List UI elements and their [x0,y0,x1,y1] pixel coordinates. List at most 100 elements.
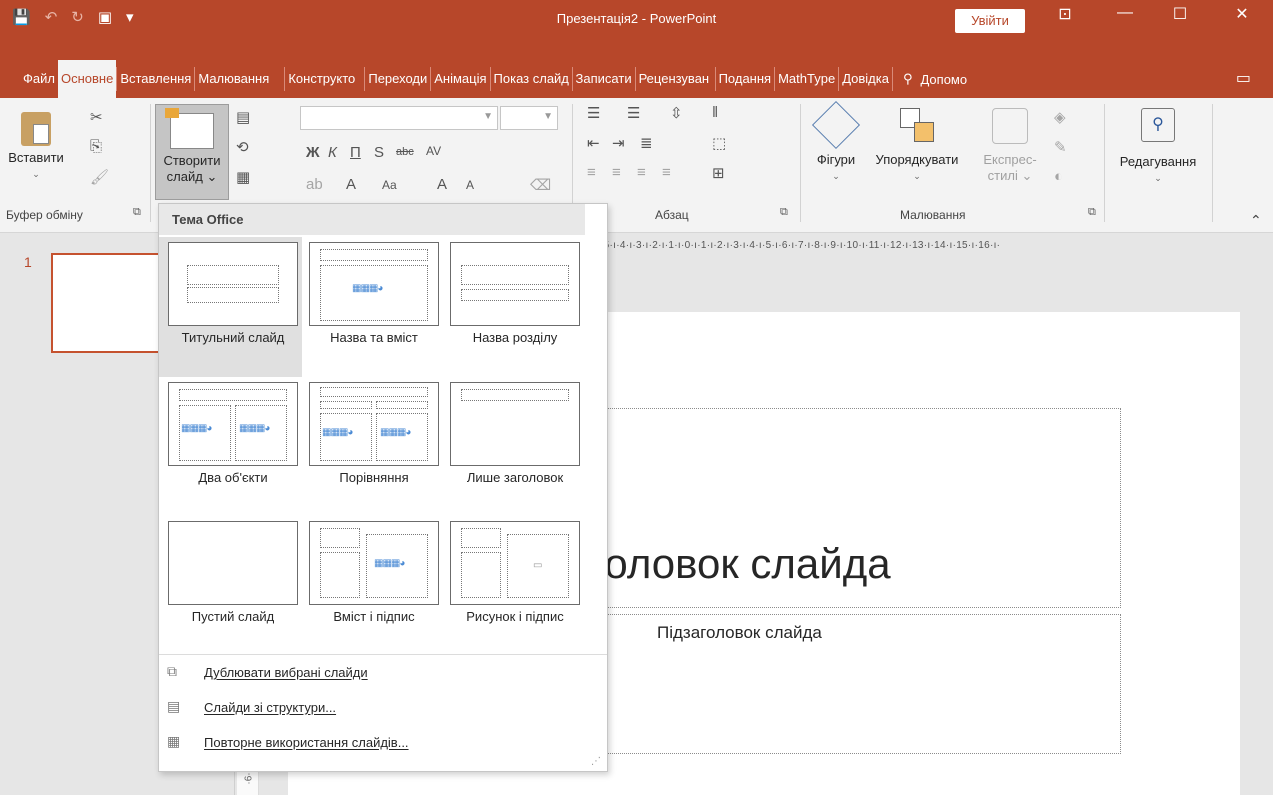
close-button[interactable]: ✕ [1222,4,1262,24]
shrink-font-button[interactable]: A [466,178,474,192]
tab-file[interactable]: Файл [20,67,58,91]
slide-thumbnail[interactable] [51,253,171,353]
slide-number: 1 [24,254,32,270]
signin-button[interactable]: Увійти [955,9,1025,33]
tab-insert[interactable]: Вставлення [116,67,196,91]
duplicate-slides-item[interactable]: ⧉ Дублювати вибрані слайди [159,661,607,685]
new-slide-dropdown: Тема Office Титульний слайд ▦▦▦◕ Назва т… [158,203,608,772]
shadow-button[interactable]: S [374,144,384,161]
format-painter-icon[interactable]: 🖌 [90,168,109,186]
columns-icon[interactable]: ‖ [712,104,718,121]
paste-button[interactable]: Вставити ⌄ [6,112,66,182]
layout-section-header[interactable]: Назва розділу [441,237,581,377]
layout-title-content[interactable]: ▦▦▦◕ Назва та вміст [300,237,440,377]
slides-from-outline-item[interactable]: ▤ Слайди зі структури... [159,696,607,720]
vertical-ruler-label: ·6· [243,772,255,785]
highlight-icon[interactable]: ab [306,176,323,193]
tab-record[interactable]: Записати [573,67,636,91]
copy-icon[interactable]: ⎘ [90,138,102,155]
layout-title-slide[interactable]: Титульний слайд [159,237,302,377]
resize-grip-icon[interactable]: ⋰ [591,756,601,767]
text-direction-icon[interactable]: ≣ [640,134,653,152]
slide-title[interactable]: головок слайда [590,540,891,588]
font-color-button[interactable]: A [346,176,356,193]
drawing-launcher-icon[interactable]: ⧉ [1088,206,1096,219]
underline-button[interactable]: П [350,144,361,161]
align-center-icon[interactable]: ≡ [612,164,621,181]
change-case-button[interactable]: Aa [382,178,397,192]
collapse-ribbon-icon[interactable]: ⌃ [1250,212,1262,229]
tab-view[interactable]: Подання [716,67,776,91]
tab-transitions[interactable]: Переходи [365,67,432,91]
duplicate-slides-label: Дублювати вибрані слайди [204,665,368,680]
font-name-combo[interactable]: ▼ [300,106,498,130]
quick-styles-button[interactable]: Експрес- стилі ⌄ [970,108,1050,184]
font-size-combo[interactable]: ▼ [500,106,558,130]
shapes-icon [811,100,861,150]
tab-home[interactable]: Основне [57,60,117,98]
maximize-button[interactable]: ☐ [1160,4,1200,24]
ribbon-display-icon[interactable]: ⊡ [1045,4,1085,24]
shape-outline-icon[interactable]: ✎ [1054,138,1067,156]
increase-indent-icon[interactable]: ⇥ [612,134,625,152]
line-spacing-icon[interactable]: ⇳ [670,104,683,122]
layout-name: Назва розділу [472,330,558,345]
layout-blank[interactable]: Пустий слайд [159,516,299,656]
shapes-button[interactable]: Фігури ⌄ [805,100,867,184]
tab-animations[interactable]: Анімація [431,67,491,91]
layout-name: Пустий слайд [191,609,275,624]
char-spacing-button[interactable]: AV [426,144,441,158]
justify-icon[interactable]: ≡ [662,164,671,181]
clear-formatting-icon[interactable]: ⌫ [530,176,551,194]
layout-comparison[interactable]: ▦▦▦◕ ▦▦▦◕ Порівняння [300,377,440,517]
drawing-group-label: Малювання [900,208,966,222]
lightbulb-icon: ⚲ [902,71,913,86]
shape-effects-icon[interactable]: ◐ [1054,168,1063,185]
italic-button[interactable]: К [328,144,337,161]
new-slide-button[interactable]: Створити слайд ⌄ [155,104,229,200]
slide-subtitle[interactable]: Підзаголовок слайда [657,623,822,643]
tell-me-box[interactable]: ⚲ Допомо [903,71,991,87]
layout-content-caption[interactable]: ▦▦▦◕ Вміст і підпис [300,516,440,656]
dropdown-separator [159,654,607,655]
minimize-button[interactable]: — [1105,4,1145,22]
reuse-slides-label: Повторне використання слайдів... [204,735,409,750]
reuse-slides-item[interactable]: ▦ Повторне використання слайдів... [159,731,607,755]
tab-slideshow[interactable]: Показ слайд [491,67,573,91]
cut-icon[interactable]: ✂ [90,108,103,126]
layout-two-content[interactable]: ▦▦▦◕ ▦▦▦◕ Два об'єкти [159,377,299,517]
comments-icon[interactable]: ▭ [1236,68,1251,88]
reset-icon[interactable]: ⟲ [236,138,249,156]
arrange-icon [900,108,934,142]
grow-font-button[interactable]: A [437,176,447,193]
smartart-icon[interactable]: ⊞ [712,164,725,182]
paragraph-launcher-icon[interactable]: ⧉ [780,206,788,219]
slides-from-outline-label: Слайди зі структури... [204,700,337,715]
align-right-icon[interactable]: ≡ [637,164,646,181]
quick-styles-label: Експрес- [983,152,1037,167]
search-icon: ⚲ [1141,108,1175,142]
numbering-icon[interactable]: ☰ [627,104,640,122]
arrange-label: Упорядкувати [875,152,959,167]
subtitle-placeholder[interactable] [548,614,1121,754]
bullets-icon[interactable]: ☰ [587,104,600,122]
layout-title-only[interactable]: Лише заголовок [441,377,581,517]
clipboard-launcher-icon[interactable]: ⧉ [133,206,141,219]
tab-draw[interactable]: Малювання [195,67,286,91]
tab-help[interactable]: Довідка [839,67,893,91]
shape-fill-icon[interactable]: ◈ [1054,108,1066,126]
layout-name: Порівняння [339,470,409,485]
editing-button[interactable]: ⚲ Редагування ⌄ [1108,108,1208,186]
tab-design[interactable]: Конструкто [285,67,366,91]
align-left-icon[interactable]: ≡ [587,164,596,181]
arrange-button[interactable]: Упорядкувати ⌄ [865,108,969,184]
align-text-icon[interactable]: ⬚ [712,134,726,152]
layout-icon[interactable]: ▤ [236,108,250,126]
strikethrough-button[interactable]: abc [396,146,414,158]
bold-button[interactable]: Ж [306,144,320,161]
tab-review[interactable]: Рецензуван [636,67,716,91]
layout-picture-caption[interactable]: ▭ Рисунок і підпис [441,516,581,656]
tab-mathtype[interactable]: MathType [775,67,840,91]
section-icon[interactable]: ▦ [236,168,250,186]
decrease-indent-icon[interactable]: ⇤ [587,134,600,152]
